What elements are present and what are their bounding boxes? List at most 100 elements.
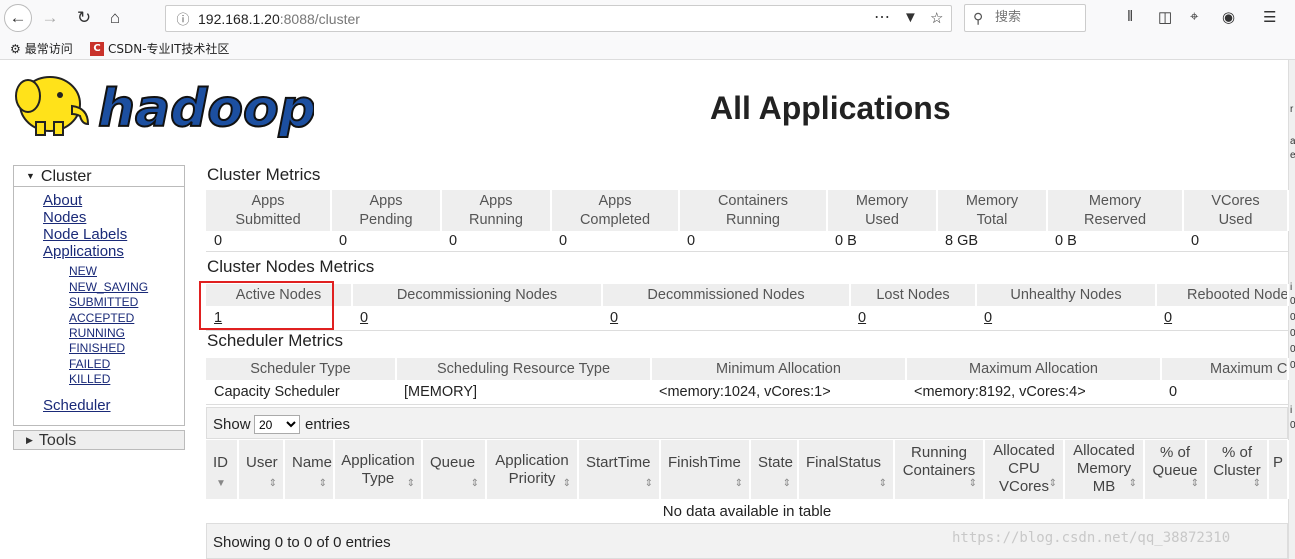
lost-nodes-link[interactable]: 0 (858, 310, 866, 326)
address-bar[interactable]: ⓘ 192.168.1.20:8088/cluster ⋯ ▼ ☆ (165, 5, 952, 32)
overflow-char: 0 (1290, 296, 1295, 307)
decommissioning-nodes-link[interactable]: 0 (360, 310, 368, 326)
url-path: :8088/cluster (279, 11, 360, 27)
col-header: Apps Pending (331, 190, 442, 231)
nav-link-failed[interactable]: FAILED (69, 357, 110, 371)
col-header-line: Containers (717, 192, 789, 209)
cluster-nav-header[interactable]: ▼ Cluster (14, 166, 184, 187)
library-icon[interactable]: ‖ (1127, 8, 1133, 25)
bookmark-star-icon[interactable]: ☆ (930, 9, 943, 27)
sort-icon: ⇕ (470, 478, 479, 489)
pocket-icon[interactable]: ▼ (903, 9, 918, 26)
empty-table-message: No data available in table (206, 499, 1288, 525)
home-icon[interactable]: ⌂ (101, 4, 129, 32)
col-header-line: Used (865, 211, 899, 228)
col-header: Apps Running (441, 190, 552, 231)
nav-link-new-saving[interactable]: NEW_SAVING (69, 280, 148, 294)
page-actions-icon[interactable]: ⋯ (874, 7, 890, 27)
col-header-queue[interactable]: Queue ⇕ (422, 440, 487, 499)
nav-link-killed[interactable]: KILLED (69, 372, 110, 386)
nav-link-running[interactable]: RUNNING (69, 326, 125, 340)
url-text[interactable]: 192.168.1.20:8088/cluster (198, 11, 360, 27)
nav-link-submitted[interactable]: SUBMITTED (69, 295, 138, 309)
reload-icon[interactable]: ↻ (70, 4, 98, 32)
bookmark-most-visited[interactable]: ⚙ 最常访问 (10, 40, 73, 57)
sort-icon: ⇕ (406, 478, 415, 489)
forward-icon[interactable]: → (36, 4, 64, 32)
metric-value: 0 (331, 231, 441, 252)
unhealthy-nodes-cell: 0 (976, 306, 1156, 331)
col-header-line: Name (292, 454, 333, 471)
chat-icon[interactable]: ◉ (1222, 8, 1235, 26)
cluster-metrics-table: Apps Submitted Apps Pending Apps Running Ap… (206, 190, 1289, 252)
col-header-finish-time[interactable]: FinishTime ⇕ (660, 440, 751, 499)
col-header-line: % of (1221, 444, 1252, 461)
nav-link-accepted[interactable]: ACCEPTED (69, 311, 134, 325)
col-header: Apps Completed (551, 190, 680, 231)
nav-link-node-labels[interactable]: Node Labels (43, 226, 127, 243)
col-header-pct-cluster[interactable]: % of Cluster ⇕ (1206, 440, 1269, 499)
col-header-line: User (246, 454, 278, 471)
search-input[interactable] (993, 9, 1081, 26)
sort-icon: ⇕ (318, 478, 327, 489)
back-icon[interactable]: ← (4, 4, 32, 32)
col-header-line: ID (213, 454, 228, 471)
nav-link-new[interactable]: NEW (69, 264, 97, 278)
col-header-line: Submitted (235, 211, 301, 228)
vertical-scrollbar[interactable] (1288, 60, 1295, 559)
tools-nav-header[interactable]: ▶ Tools (13, 430, 185, 450)
col-header-final-status[interactable]: FinalStatus ⇕ (798, 440, 895, 499)
metric-value: 0 B (827, 231, 937, 252)
page-size-select[interactable]: 20 (254, 415, 300, 434)
apps-empty-row: No data available in table (206, 499, 1288, 525)
col-header-line: Memory (965, 192, 1019, 209)
sort-icon: ⇕ (1128, 478, 1137, 489)
sort-icon: ▼ (216, 478, 226, 489)
col-header-name[interactable]: Name ⇕ (284, 440, 335, 499)
overflow-char: 0 (1290, 344, 1295, 355)
metrics-value-row: 0 0 0 0 0 0 B 8 GB 0 B 0 (206, 231, 1288, 252)
col-header-progress[interactable]: P (1268, 440, 1289, 499)
scheduler-metrics-table: Scheduler Type Scheduling Resource Type … (206, 358, 1289, 405)
col-header-start-time[interactable]: StartTime ⇕ (578, 440, 661, 499)
col-header-line: Queue (430, 454, 476, 471)
crop-icon[interactable]: ⌖ (1190, 8, 1198, 25)
decommissioned-nodes-link[interactable]: 0 (610, 310, 618, 326)
col-header-app-priority[interactable]: Application Priority ⇕ (486, 440, 579, 499)
url-host: 192.168.1.20 (198, 11, 280, 27)
nav-link-finished[interactable]: FINISHED (69, 341, 125, 355)
col-header-user[interactable]: User ⇕ (238, 440, 285, 499)
col-header-line: FinishTime (668, 454, 741, 471)
info-icon[interactable]: ⓘ (174, 9, 192, 27)
col-header-running-containers[interactable]: Running Containers ⇕ (894, 440, 985, 499)
sidebar-icon[interactable]: ◫ (1158, 8, 1172, 26)
col-header-pct-queue[interactable]: % of Queue ⇕ (1144, 440, 1207, 499)
col-header: Containers Running (679, 190, 828, 231)
col-header-line: Allocated (993, 442, 1055, 459)
col-header-line: VCores (998, 478, 1050, 495)
sort-icon: ⇕ (878, 478, 887, 489)
nav-link-about[interactable]: About (43, 192, 82, 209)
col-header-state[interactable]: State ⇕ (750, 440, 799, 499)
nav-link-scheduler[interactable]: Scheduler (43, 397, 111, 414)
col-header-line: Reserved (1083, 211, 1147, 228)
overflow-char: e (1290, 150, 1295, 161)
rebooted-nodes-link[interactable]: 0 (1164, 310, 1172, 326)
tools-label: Tools (38, 432, 77, 449)
overflow-char: 0 (1290, 312, 1295, 323)
search-icon: ⚲ (973, 10, 984, 26)
col-header-app-type[interactable]: Application Type ⇕ (334, 440, 423, 499)
col-header: Apps Submitted (206, 190, 332, 231)
col-header-allocated-cpu[interactable]: Allocated CPU VCores ⇕ (984, 440, 1065, 499)
bookmark-csdn[interactable]: C CSDN-专业IT技术社区 (90, 40, 229, 57)
scheduler-value: <memory:1024, vCores:1> (651, 380, 906, 405)
decommissioned-nodes-cell: 0 (602, 306, 850, 331)
nav-link-nodes[interactable]: Nodes (43, 209, 86, 226)
menu-icon[interactable]: ☰ (1263, 8, 1276, 26)
col-header-allocated-memory[interactable]: Allocated Memory MB ⇕ (1064, 440, 1145, 499)
search-box[interactable]: ⚲ (964, 4, 1086, 32)
unhealthy-nodes-link[interactable]: 0 (984, 310, 992, 326)
nav-link-applications[interactable]: Applications (43, 243, 124, 260)
col-header-id[interactable]: ID ▼ (206, 440, 239, 499)
overflow-char: 0 (1290, 420, 1295, 431)
